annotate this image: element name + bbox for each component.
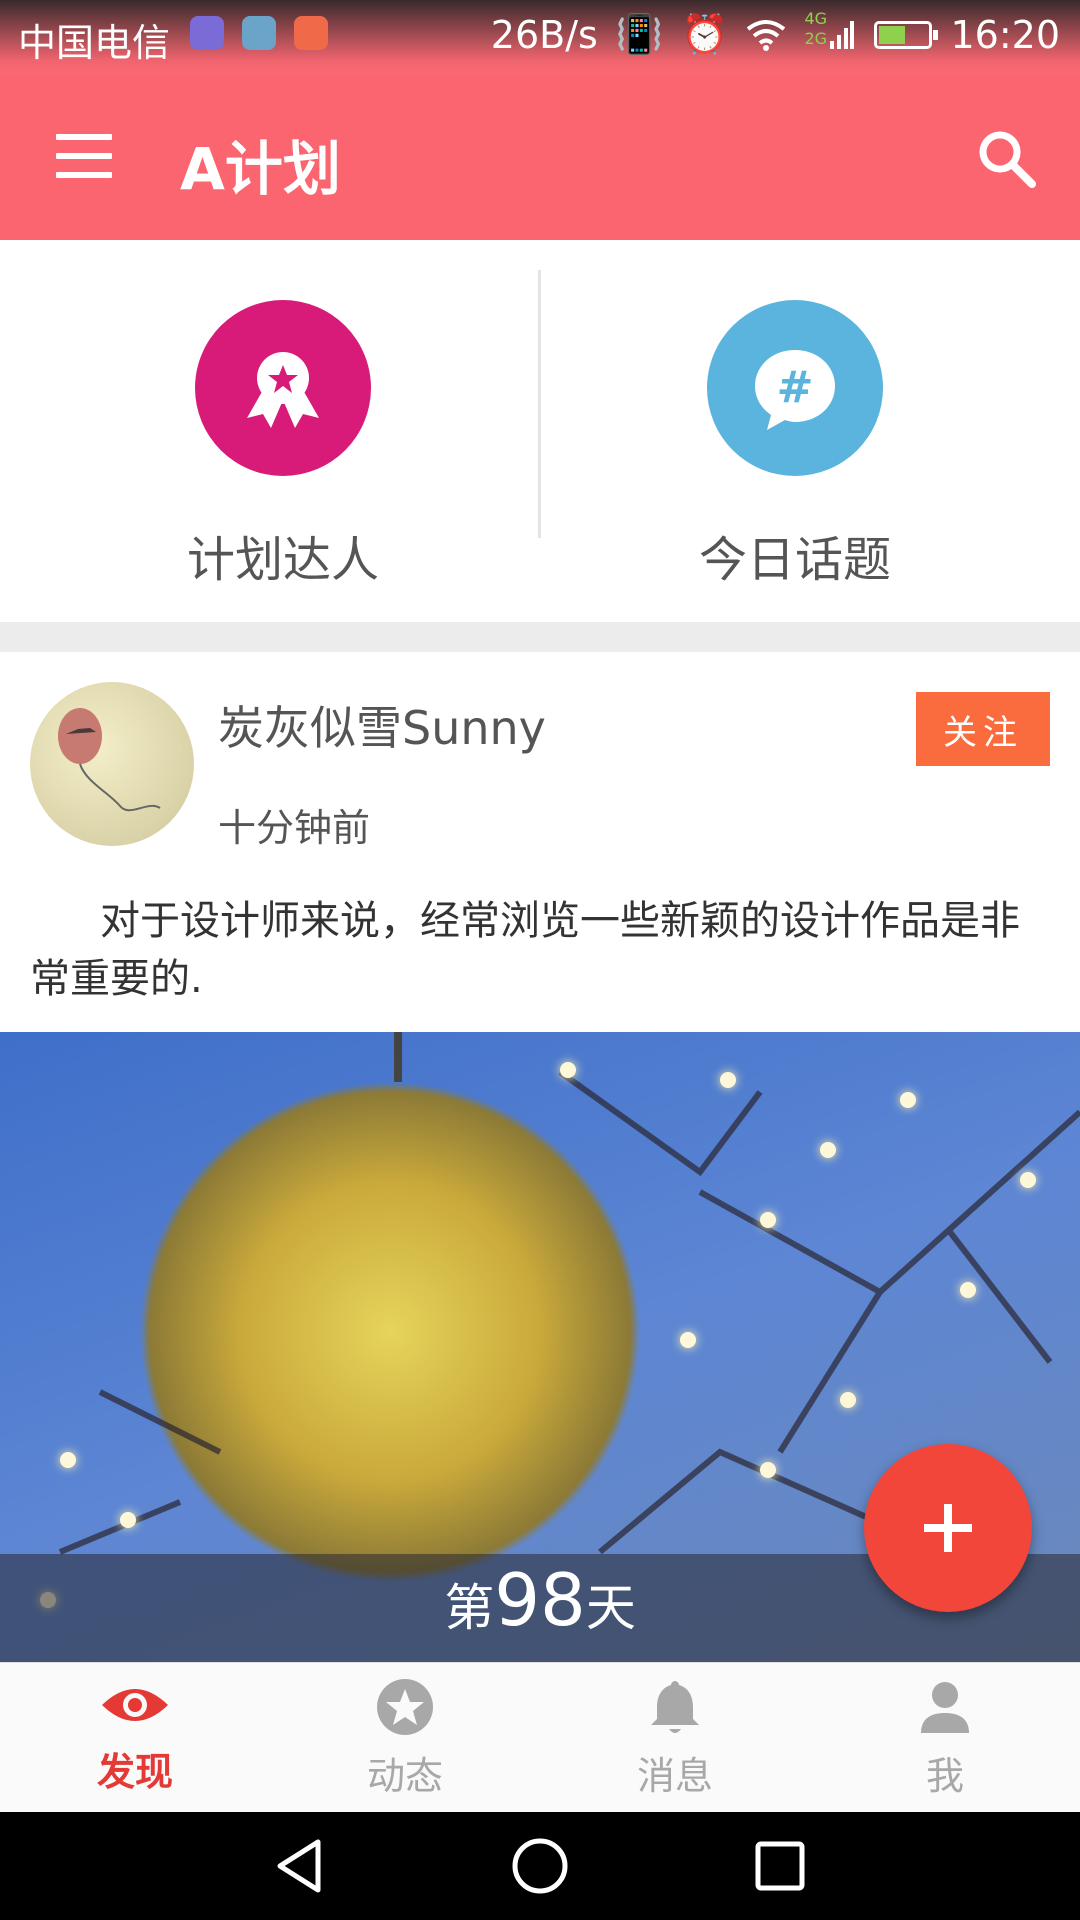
home-icon[interactable] (510, 1836, 570, 1896)
clock: 16:20 (950, 12, 1060, 57)
day-number: 98 (494, 1558, 586, 1642)
tab-discover[interactable]: 发现 (0, 1677, 270, 1796)
system-nav-bar (0, 1812, 1080, 1920)
network-type-top: 4G (804, 8, 828, 28)
plan-master-circle (195, 300, 371, 476)
tab-discover-label: 发现 (96, 1750, 173, 1794)
day-prefix: 第 (444, 1579, 495, 1637)
entry-plan-master[interactable]: 计划达人 (158, 300, 408, 590)
section-gap (0, 622, 1080, 652)
app-notification-icon (190, 16, 224, 50)
back-icon[interactable] (270, 1836, 330, 1896)
light-dot (1020, 1172, 1036, 1188)
net-speed: 26B/s (490, 12, 598, 57)
plus-icon (924, 1504, 972, 1552)
bell-icon (651, 1681, 699, 1733)
post-content: 对于设计师来说，经常浏览一些新颖的设计作品是非常重要的. (30, 898, 1020, 1002)
add-plan-button[interactable] (864, 1444, 1032, 1612)
battery-level (879, 25, 906, 44)
quick-entries: 计划达人 # 今日话题 (0, 240, 1080, 622)
light-dot (760, 1462, 776, 1478)
light-dot (900, 1092, 916, 1108)
star-icon (377, 1679, 433, 1735)
light-dot (720, 1072, 736, 1088)
today-topic-circle: # (707, 300, 883, 476)
bottom-nav: 发现 动态 消息 我 (0, 1662, 1080, 1813)
eye-icon (102, 1689, 168, 1721)
signal-bars-icon (830, 20, 855, 49)
light-dot (760, 1212, 776, 1228)
light-dot (560, 1062, 576, 1078)
divider (538, 270, 541, 538)
person-icon (921, 1682, 969, 1733)
balloon-avatar-icon (58, 708, 161, 812)
carrier-name: 中国电信 (18, 21, 171, 65)
tab-feed-label: 动态 (366, 1754, 443, 1798)
author-name[interactable]: 炭灰似雪Sunny (218, 692, 546, 758)
android-icon (242, 16, 276, 50)
plan-master-label: 计划达人 (186, 532, 379, 588)
medal-icon (247, 352, 319, 428)
vibrate-icon: 📳 (615, 12, 664, 56)
menu-icon[interactable] (56, 134, 112, 178)
tab-me-label: 我 (925, 1754, 964, 1798)
hashtag-chat-icon: # (755, 350, 835, 430)
day-suffix: 天 (585, 1579, 636, 1637)
tab-messages[interactable]: 消息 (540, 1677, 810, 1800)
entry-today-topic[interactable]: # 今日话题 (670, 300, 920, 590)
network-type-bottom: 2G (804, 28, 828, 48)
signal-icon: 4G 2G (804, 9, 856, 55)
post-time: 十分钟前 (218, 806, 371, 850)
today-topic-label: 今日话题 (698, 532, 891, 588)
search-icon[interactable] (972, 124, 1042, 194)
tab-messages-label: 消息 (636, 1754, 713, 1798)
recents-icon[interactable] (750, 1836, 810, 1896)
tab-feed[interactable]: 动态 (270, 1677, 540, 1800)
status-indicators: 26B/s 📳 ⏰ 4G 2G 16:20 (490, 9, 1060, 57)
wifi-icon (747, 19, 786, 51)
avatar[interactable] (30, 682, 194, 846)
battery-icon (874, 20, 939, 49)
status-bar: 中国电信 26B/s 📳 ⏰ 4G 2G 16:20 (0, 0, 1080, 76)
tab-me[interactable]: 我 (810, 1677, 1080, 1800)
follow-button[interactable]: 关注 (916, 692, 1050, 766)
post-card[interactable]: 炭灰似雪Sunny 十分钟前 关注 对于设计师来说，经常浏览一些新颖的设计作品是… (0, 652, 1080, 1032)
light-dot (680, 1332, 696, 1348)
app-notification-icon (294, 16, 328, 50)
light-dot (120, 1512, 136, 1528)
light-dot (820, 1142, 836, 1158)
app-bar: A计划 (0, 76, 1080, 240)
app-title: A计划 (180, 135, 341, 203)
svg-text:#: # (777, 362, 814, 413)
light-dot (60, 1452, 76, 1468)
light-dot (960, 1282, 976, 1298)
notification-icons (190, 16, 328, 50)
alarm-icon: ⏰ (681, 12, 729, 56)
light-dot (840, 1392, 856, 1408)
